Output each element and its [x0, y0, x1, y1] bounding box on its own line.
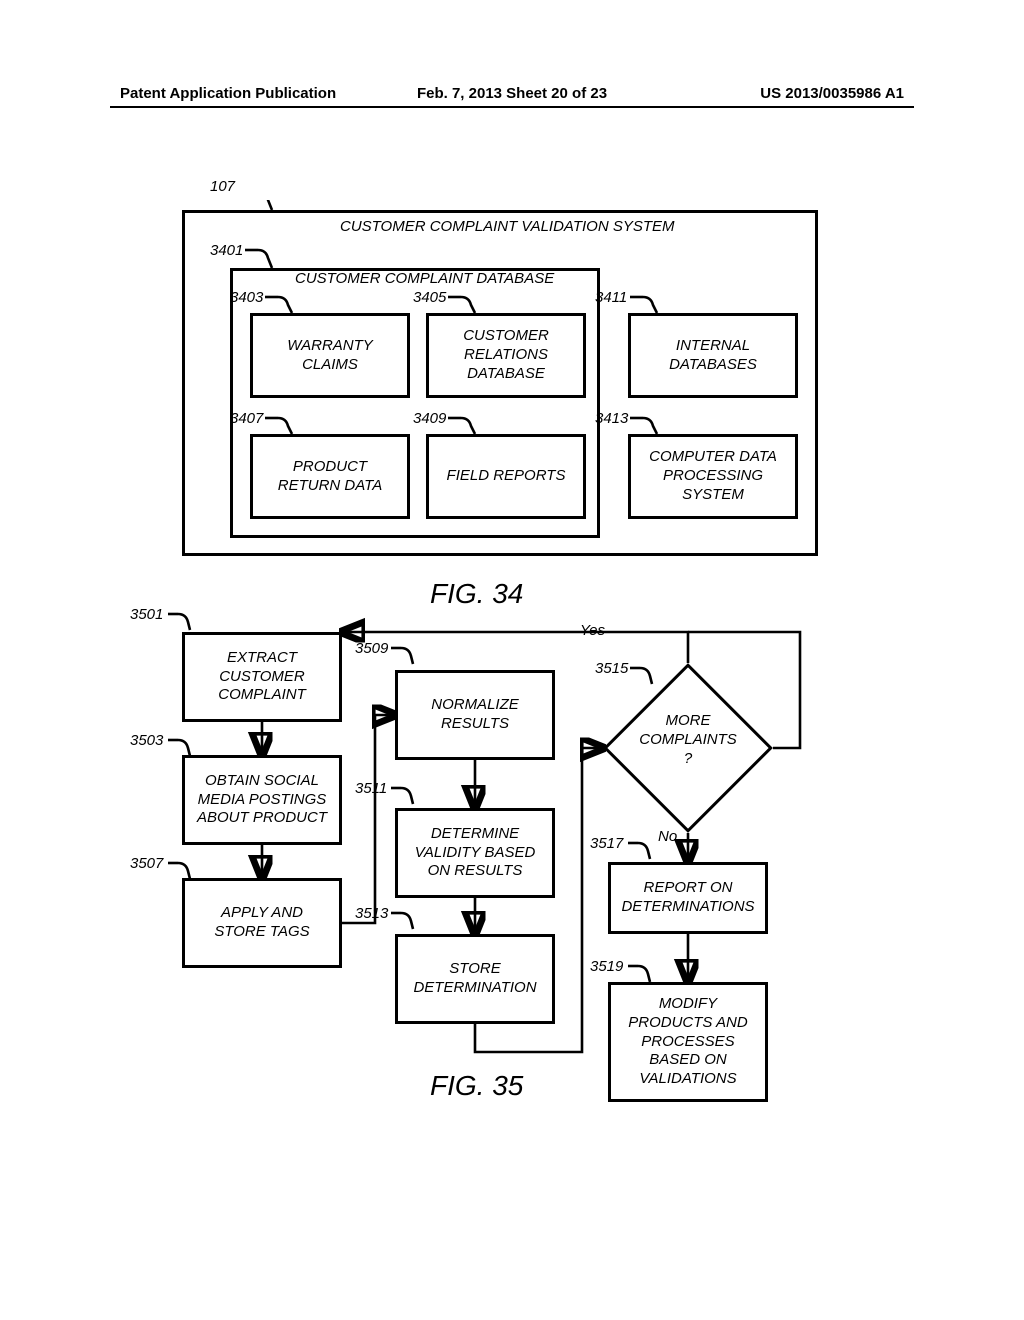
box-internal: INTERNAL DATABASES	[628, 313, 798, 398]
complaint-db-title: CUSTOMER COMPLAINT DATABASE	[295, 270, 554, 287]
box-prodret: PRODUCT RETURN DATA	[250, 434, 410, 519]
fig34-caption: FIG. 34	[430, 578, 523, 610]
page-header: Patent Application Publication Feb. 7, 2…	[120, 85, 904, 102]
system-title: CUSTOMER COMPLAINT VALIDATION SYSTEM	[340, 218, 675, 235]
box-cdp: COMPUTER DATA PROCESSING SYSTEM	[628, 434, 798, 519]
ref-3401: 3401	[210, 242, 243, 259]
box-custrel: CUSTOMER RELATIONS DATABASE	[426, 313, 586, 398]
box-warranty: WARRANTY CLAIMS	[250, 313, 410, 398]
diagram-area: 107	[130, 200, 894, 1160]
ref-3407: 3407	[230, 410, 263, 427]
header-rule	[110, 106, 914, 108]
header-right: US 2013/0035986 A1	[760, 85, 904, 102]
fig-35: 3501 EXTRACT CUSTOMER COMPLAINT 3503 OBT…	[130, 610, 870, 1130]
fig35-caption: FIG. 35	[430, 1070, 523, 1102]
fig-34: 107	[170, 200, 830, 570]
fig35-arrows	[130, 610, 870, 1150]
ref-107: 107	[210, 178, 235, 195]
ref-3403: 3403	[230, 289, 263, 306]
box-field: FIELD REPORTS	[426, 434, 586, 519]
ref-3411: 3411	[595, 289, 627, 306]
header-left: Patent Application Publication	[120, 85, 336, 102]
ref-3405: 3405	[413, 289, 446, 306]
ref-3409: 3409	[413, 410, 446, 427]
header-center: Feb. 7, 2013 Sheet 20 of 23	[417, 85, 607, 102]
ref-3413: 3413	[595, 410, 628, 427]
